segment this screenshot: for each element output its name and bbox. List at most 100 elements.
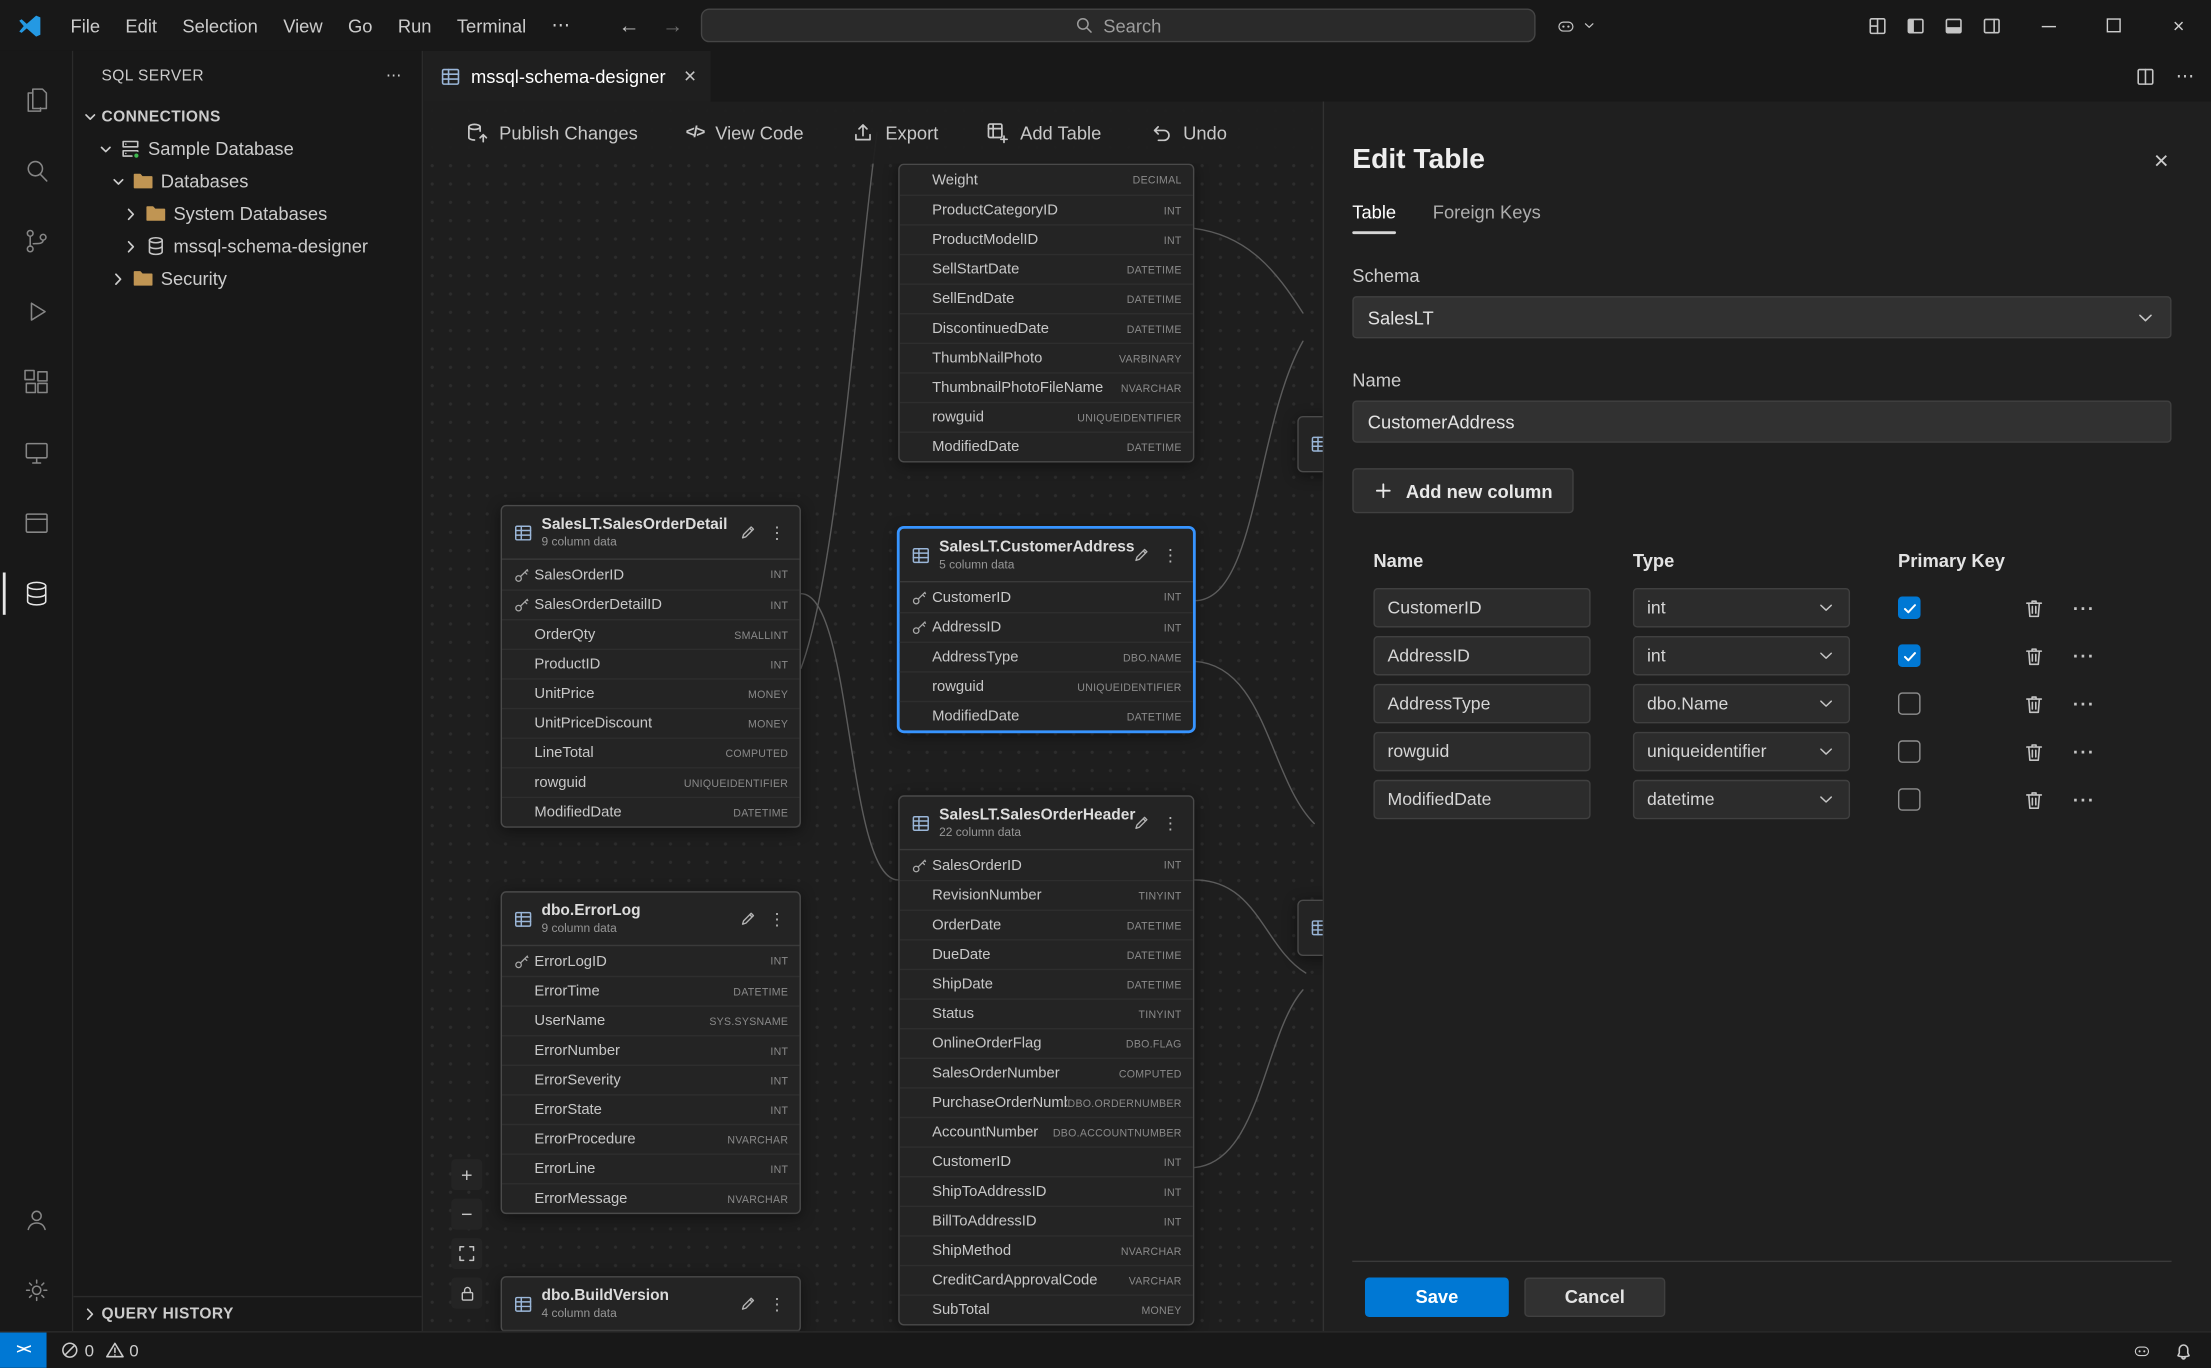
tab-foreign-keys[interactable]: Foreign Keys: [1433, 202, 1541, 234]
table-column-row[interactable]: CustomerID INT: [900, 1146, 1193, 1176]
sidebar-item-sample-database[interactable]: Sample Database: [73, 133, 421, 165]
maximize-button[interactable]: [2081, 0, 2146, 51]
table-column-row[interactable]: SalesOrderID INT: [900, 850, 1193, 880]
column-name-input[interactable]: [1373, 684, 1590, 723]
zoom-in-button[interactable]: +: [451, 1159, 482, 1190]
menu-selection[interactable]: Selection: [170, 9, 271, 41]
sidebar-item-system-databases[interactable]: System Databases: [73, 197, 421, 229]
column-name-input[interactable]: [1373, 588, 1590, 627]
publish-changes-button[interactable]: Publish Changes: [465, 121, 637, 144]
table-node-more-icon[interactable]: ⋮: [1159, 545, 1182, 565]
save-button[interactable]: Save: [1365, 1277, 1509, 1316]
column-type-dropdown[interactable]: uniqueidentifier: [1633, 732, 1850, 771]
table-column-row[interactable]: OrderQty SMALLINT: [502, 619, 800, 649]
table-column-row[interactable]: ErrorProcedure NVARCHAR: [502, 1124, 800, 1154]
table-column-row[interactable]: UserName SYS.SYSNAME: [502, 1005, 800, 1035]
table-column-row[interactable]: AddressID INT: [900, 612, 1193, 642]
back-icon[interactable]: ←: [613, 13, 644, 37]
edit-table-pencil-icon[interactable]: [739, 910, 757, 928]
editor-more-icon[interactable]: ⋯: [2176, 65, 2194, 88]
search-sidebar-icon[interactable]: [2, 135, 70, 206]
export-button[interactable]: Export: [851, 121, 938, 144]
schema-table-node[interactable]: ⋮: [1297, 416, 1322, 472]
search-box[interactable]: Search: [701, 8, 1536, 42]
table-column-row[interactable]: BillToAddressID INT: [900, 1206, 1193, 1236]
table-node-header[interactable]: SalesLT.CustomerAddress 5 column data ⋮: [900, 529, 1193, 583]
column-name-input[interactable]: [1373, 780, 1590, 819]
table-column-row[interactable]: SubTotal MONEY: [900, 1294, 1193, 1324]
table-column-row[interactable]: Status TINYINT: [900, 998, 1193, 1028]
table-column-row[interactable]: ShipMethod NVARCHAR: [900, 1235, 1193, 1265]
forward-icon[interactable]: →: [657, 13, 688, 37]
sidebar-item-databases[interactable]: Databases: [73, 165, 421, 197]
table-node-header[interactable]: dbo.ErrorLog 9 column data ⋮: [502, 893, 800, 947]
remote-indicator[interactable]: ><: [0, 1333, 47, 1368]
schema-canvas[interactable]: ⋮ Weight DECIMAL ProductCategoryID INT P…: [423, 102, 1323, 1332]
primary-key-checkbox[interactable]: [1898, 596, 1921, 619]
menu-file[interactable]: File: [58, 9, 113, 41]
toggle-secondary-sidebar-icon[interactable]: [1981, 15, 2002, 36]
primary-key-checkbox[interactable]: [1898, 740, 1921, 763]
edit-table-pencil-icon[interactable]: [1132, 814, 1150, 832]
delete-column-button[interactable]: [2023, 645, 2044, 666]
problems-indicator[interactable]: 0 0: [61, 1340, 139, 1360]
remote-explorer-icon[interactable]: [2, 417, 70, 488]
column-more-button[interactable]: ···: [2073, 741, 2096, 762]
sidebar-more-icon[interactable]: ⋯: [386, 66, 402, 84]
run-debug-icon[interactable]: [2, 276, 70, 347]
table-column-row[interactable]: ErrorNumber INT: [502, 1035, 800, 1065]
schema-table-node[interactable]: dbo.ErrorLog 9 column data ⋮ ErrorLogID …: [501, 891, 801, 1214]
table-column-row[interactable]: CreditCardApprovalCode VARCHAR: [900, 1265, 1193, 1295]
primary-key-checkbox[interactable]: [1898, 644, 1921, 667]
table-column-row[interactable]: ShipToAddressID INT: [900, 1176, 1193, 1206]
table-column-row[interactable]: UnitPriceDiscount MONEY: [502, 708, 800, 738]
table-column-row[interactable]: DueDate DATETIME: [900, 939, 1193, 969]
column-name-input[interactable]: [1373, 636, 1590, 675]
table-column-row[interactable]: Weight DECIMAL: [900, 165, 1193, 195]
delete-column-button[interactable]: [2023, 741, 2044, 762]
table-column-row[interactable]: ModifiedDate DATETIME: [502, 797, 800, 827]
sidebar-item-mssql-schema-designer[interactable]: mssql-schema-designer: [73, 230, 421, 262]
settings-gear-icon[interactable]: [2, 1255, 70, 1326]
live-preview-icon[interactable]: [2, 488, 70, 559]
table-node-more-icon[interactable]: ⋮: [766, 1294, 789, 1314]
zoom-fit-button[interactable]: [451, 1238, 482, 1269]
column-type-dropdown[interactable]: datetime: [1633, 780, 1850, 819]
table-node-header[interactable]: SalesLT.SalesOrderHeader 22 column data …: [900, 797, 1193, 851]
table-column-row[interactable]: ProductModelID INT: [900, 224, 1193, 254]
table-column-row[interactable]: DiscontinuedDate DATETIME: [900, 313, 1193, 343]
column-type-dropdown[interactable]: int: [1633, 588, 1850, 627]
table-name-input[interactable]: [1352, 400, 2171, 442]
table-column-row[interactable]: SellEndDate DATETIME: [900, 283, 1193, 313]
menu-terminal[interactable]: Terminal: [444, 9, 539, 41]
delete-column-button[interactable]: [2023, 693, 2044, 714]
column-more-button[interactable]: ···: [2073, 789, 2096, 810]
schema-table-node[interactable]: SalesLT.SalesOrderDetail 9 column data ⋮…: [501, 505, 801, 828]
column-more-button[interactable]: ···: [2073, 645, 2096, 666]
notifications-bell-icon[interactable]: [2173, 1340, 2194, 1361]
edit-table-pencil-icon[interactable]: [739, 1294, 757, 1312]
delete-column-button[interactable]: [2023, 789, 2044, 810]
schema-table-node[interactable]: SalesLT.CustomerAddress 5 column data ⋮ …: [898, 527, 1194, 731]
delete-column-button[interactable]: [2023, 597, 2044, 618]
toggle-sidebar-icon[interactable]: [1905, 15, 1926, 36]
extensions-icon[interactable]: [2, 347, 70, 418]
account-icon[interactable]: [2, 1184, 70, 1255]
table-node-header[interactable]: ⋮: [1299, 417, 1323, 471]
explorer-icon[interactable]: [2, 65, 70, 136]
query-history-section[interactable]: QUERY HISTORY: [73, 1296, 421, 1331]
menu-edit[interactable]: Edit: [113, 9, 170, 41]
table-column-row[interactable]: OrderDate DATETIME: [900, 910, 1193, 940]
table-column-row[interactable]: ErrorState INT: [502, 1094, 800, 1124]
menu-overflow-icon[interactable]: ⋯: [539, 8, 583, 42]
primary-key-checkbox[interactable]: [1898, 692, 1921, 715]
tab-close-icon[interactable]: ×: [684, 64, 696, 88]
split-editor-icon[interactable]: [2135, 66, 2156, 87]
undo-button[interactable]: Undo: [1149, 121, 1227, 144]
table-column-row[interactable]: PurchaseOrderNumber DBO.ORDERNUMBER: [900, 1087, 1193, 1117]
table-node-more-icon[interactable]: ⋮: [766, 909, 789, 929]
view-code-button[interactable]: </> View Code: [686, 122, 804, 143]
zoom-out-button[interactable]: −: [451, 1199, 482, 1230]
sql-server-icon[interactable]: [2, 558, 70, 629]
column-name-input[interactable]: [1373, 732, 1590, 771]
